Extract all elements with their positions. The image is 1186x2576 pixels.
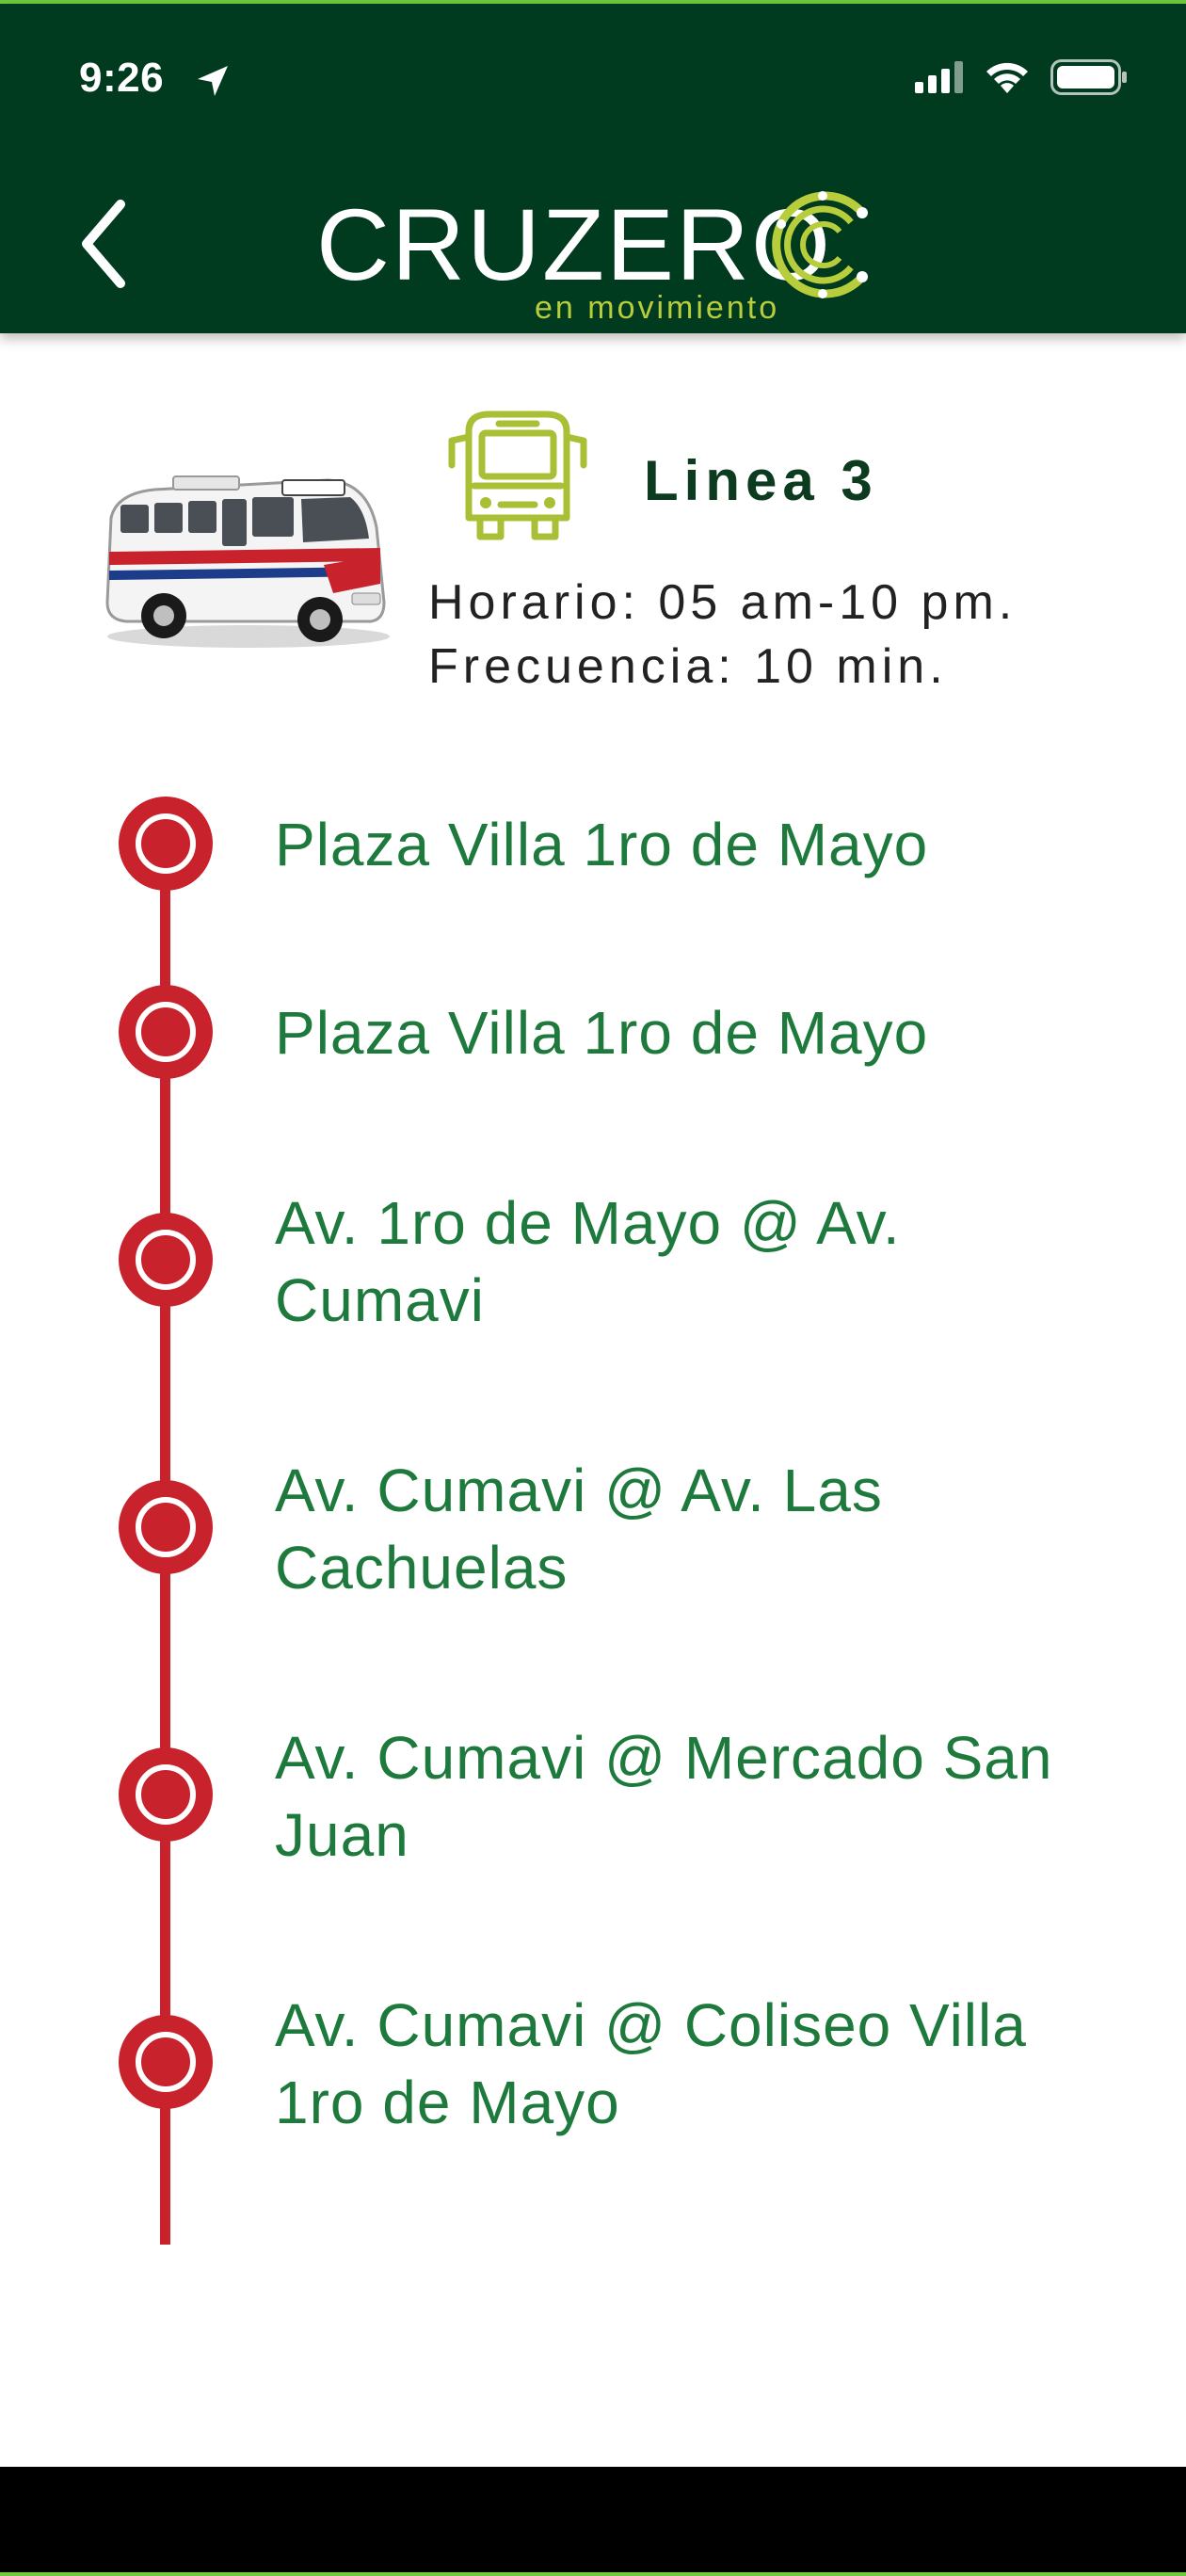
stop-name: Av. Cumavi @ Coliseo Villa 1ro de Mayo [275,1991,1027,2136]
app-header: 9:26 CRUZERO en movimiento [0,4,1186,333]
stop-marker-icon [119,2015,213,2109]
stop-name: Av. Cumavi @ Mercado San Juan [275,1724,1053,1869]
chevron-left-icon [82,200,125,288]
logo-tagline: en movimiento [535,290,780,326]
bottom-bar [0,2467,1186,2576]
stop-name: Av. 1ro de Mayo @ Av. Cumavi [275,1189,901,1334]
stop-marker-icon [119,1213,213,1307]
battery-icon [1050,59,1127,95]
bus-photo [105,475,390,648]
line-schedule: Horario: 05 am-10 pm. [428,575,1018,630]
logo-c-ring-icon [772,191,868,298]
location-arrow-icon [198,66,228,96]
line-title: Linea 3 [644,449,878,512]
cruzero-logo: CRUZERO en movimiento [316,181,890,331]
line-schedule-block: Horario: 05 am-10 pm. Frecuencia: 10 min… [428,571,1017,699]
bottom-accent-line [0,2572,1186,2576]
stop-name: Plaza Villa 1ro de Mayo [275,811,929,878]
status-time: 9:26 [79,55,165,101]
stop-marker-icon [119,1747,213,1842]
stop-marker-icon [119,797,213,891]
app-screen: 9:26 CRUZERO en movimiento Linea 3 Horar… [0,0,1186,2576]
back-button[interactable] [66,192,141,296]
stop-name: Av. Cumavi @ Av. Las Cachuelas [275,1457,883,1602]
logo-text: CRUZERO [316,187,832,301]
stop-marker-icon [119,985,213,1079]
bus-icon [448,411,587,540]
signal-icon [915,61,963,93]
stop-marker-icon [119,1480,213,1574]
stop-name: Plaza Villa 1ro de Mayo [275,999,929,1067]
wifi-icon [986,62,1028,93]
status-icons [915,58,1128,96]
line-frequency: Frecuencia: 10 min. [428,639,948,694]
